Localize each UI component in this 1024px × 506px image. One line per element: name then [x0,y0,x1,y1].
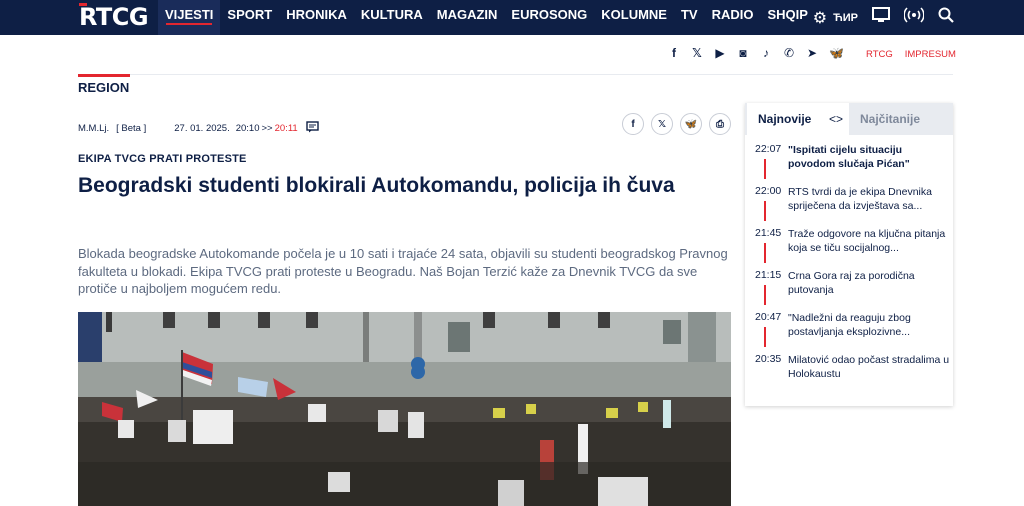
article-author: M.M.Lj. [78,123,110,134]
news-time: 22:07 [755,143,782,155]
list-item[interactable]: 22:00 RTS tvrdi da je ekipa Dnevnika spr… [755,183,950,225]
section-title[interactable]: REGION [78,80,129,95]
nav-radio[interactable]: RADIO [705,0,761,35]
tab-najcitanije[interactable]: Najčitanije [860,103,920,135]
nav-kolumne[interactable]: KOLUMNE [594,0,674,35]
news-headline[interactable]: "Nadležni da reaguju zbog postavljanja e… [788,311,950,339]
facebook-icon[interactable]: f [668,46,680,60]
news-headline[interactable]: Milatović odao počast stradalima u Holok… [788,353,950,381]
main-menu: VIJESTI SPORT HRONIKA KULTURA MAGAZIN EU… [158,0,815,35]
instagram-icon[interactable]: ◙ [737,46,749,60]
header-tools: ⚙ ЋИР [813,0,954,35]
news-time: 20:35 [755,353,782,365]
section-accent [78,74,130,77]
code-arrows-icon: <> [828,112,843,126]
news-marker [764,285,766,305]
news-time: 21:45 [755,227,782,239]
latest-news-widget: Najnovije <> Najčitanije 22:07 "Ispitati… [745,103,953,406]
news-time: 22:00 [755,185,782,197]
list-item[interactable]: 21:45 Traže odgovore na ključna pitanja … [755,225,950,267]
x-icon[interactable]: 𝕏 [691,46,703,60]
time-separator: >> [261,123,273,134]
top-navigation: RTCG VIJESTI SPORT HRONIKA KULTURA MAGAZ… [0,0,1024,35]
article-updated: 20:11 [274,123,298,134]
news-marker [764,327,766,347]
bluesky-icon[interactable]: 🦋 [829,46,844,60]
tiktok-icon[interactable]: ♪ [760,46,772,60]
tv-icon[interactable] [872,7,890,28]
print-icon[interactable]: ⎙ [709,113,731,135]
list-item[interactable]: 20:35 Milatović odao počast stradalima u… [755,351,950,393]
logo-accent [79,3,87,6]
nav-shqip[interactable]: SHQIP [761,0,815,35]
news-marker [764,243,766,263]
live-radio-icon[interactable] [903,7,925,28]
article-photo[interactable] [78,312,731,506]
news-time: 21:15 [755,269,782,281]
bluesky-icon[interactable]: 🦋 [680,113,702,135]
social-links: f 𝕏 ▶ ◙ ♪ ✆ ➤ 🦋 [668,46,844,60]
article-title: Beogradski studenti blokirali Autokomand… [78,174,675,197]
comments-icon[interactable] [305,121,319,136]
youtube-icon[interactable]: ▶ [714,46,726,60]
nav-sport[interactable]: SPORT [220,0,279,35]
article-meta: M.M.Lj. [ Beta ] 27. 01. 2025. 20:10 >> … [78,121,319,136]
share-buttons: f 𝕏 🦋 ⎙ [622,113,731,135]
top-links: RTCG IMPRESUM [866,49,956,60]
article-kicker: EKIPA TVCG PRATI PROTESTE [78,153,247,165]
nav-kultura[interactable]: KULTURA [354,0,430,35]
article-date: 27. 01. 2025. [174,123,230,134]
news-headline[interactable]: RTS tvrdi da je ekipa Dnevnika spriječen… [788,185,950,213]
tab-najnovije[interactable]: Najnovije <> [747,103,849,135]
tab-najnovije-label: Najnovije [758,112,812,126]
viber-icon[interactable]: ✆ [783,46,795,60]
news-list: 22:07 "Ispitati cijelu situaciju povodom… [755,141,950,393]
script-toggle[interactable]: ЋИР [833,12,858,24]
nav-tv[interactable]: TV [674,0,705,35]
list-item[interactable]: 22:07 "Ispitati cijelu situaciju povodom… [755,141,950,183]
news-marker [764,159,766,179]
article-lead: Blokada beogradske Autokomande počela je… [78,246,728,296]
article-time: 20:10 [235,123,260,134]
gear-icon[interactable]: ⚙ [813,8,827,28]
facebook-icon[interactable]: f [622,113,644,135]
article-source: [ Beta ] [116,123,147,134]
nav-eurosong[interactable]: EUROSONG [504,0,594,35]
news-time: 20:47 [755,311,782,323]
telegram-icon[interactable]: ➤ [806,46,818,60]
news-marker [764,201,766,221]
news-tabs: Najnovije <> Najčitanije [745,103,953,135]
rtcg-logo[interactable]: RTCG [79,3,149,31]
news-headline[interactable]: Crna Gora raj za porodična putovanja [788,269,950,297]
list-item[interactable]: 21:15 Crna Gora raj za porodična putovan… [755,267,950,309]
news-headline[interactable]: "Ispitati cijelu situaciju povodom sluča… [788,143,950,171]
nav-hronika[interactable]: HRONIKA [279,0,354,35]
list-item[interactable]: 20:47 "Nadležni da reaguju zbog postavlj… [755,309,950,351]
section-divider [78,74,953,75]
nav-magazin[interactable]: MAGAZIN [430,0,505,35]
search-icon[interactable] [938,7,954,28]
link-impresum[interactable]: IMPRESUM [905,49,956,60]
news-headline[interactable]: Traže odgovore na ključna pitanja koja s… [788,227,950,255]
nav-vijesti[interactable]: VIJESTI [158,0,221,35]
x-icon[interactable]: 𝕏 [651,113,673,135]
link-rtcg[interactable]: RTCG [866,49,893,60]
